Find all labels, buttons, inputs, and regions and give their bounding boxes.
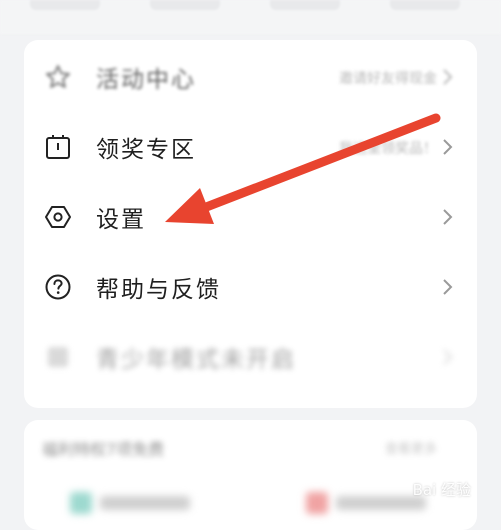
blurred-icon (306, 492, 328, 514)
menu-item-subtext: 我这里领奖品！ (339, 141, 437, 157)
top-pill (270, 0, 340, 10)
menu-item-settings[interactable]: 设置 (24, 182, 477, 252)
top-strip (0, 0, 501, 34)
help-circle-icon (45, 274, 71, 300)
chevron-right-icon (443, 209, 453, 225)
blurred-icon (70, 492, 92, 514)
top-pill (390, 0, 460, 10)
menu-item-label: 领奖专区 (96, 137, 196, 163)
top-pill (30, 0, 100, 10)
menu-item-help-feedback[interactable]: 帮助与反馈 (24, 252, 477, 322)
menu-item-label: 活动中心 (96, 67, 196, 93)
top-pill (150, 0, 220, 10)
star-icon (46, 65, 70, 88)
chevron-right-icon (443, 279, 453, 295)
menu-item-label: 青少年模式未开启 (96, 347, 296, 373)
menu-item-label: 帮助与反馈 (96, 277, 221, 303)
menu-card: 活动中心 邀请好友得现金 领奖专区 我这里领奖品！ 设置 帮助与反馈 青少年模式… (24, 40, 477, 408)
menu-item-rewards[interactable]: 领奖专区 我这里领奖品！ (24, 112, 477, 182)
watermark: Bai 经验 (412, 481, 471, 499)
hexagon-gear-icon (45, 206, 71, 228)
bottom-card: 福利特权7项免费 查看更多 (24, 420, 477, 530)
menu-item-label: 设置 (96, 207, 146, 233)
shield-icon (48, 347, 68, 367)
menu-item-activity-center[interactable]: 活动中心 邀请好友得现金 (24, 42, 477, 112)
blurred-text (100, 496, 190, 510)
menu-item-subtext: 邀请好友得现金 (339, 71, 437, 87)
calendar-icon (46, 135, 70, 159)
bottom-card-title: 福利特权7项免费 (42, 440, 165, 459)
bottom-card-link[interactable]: 查看更多 (385, 438, 437, 457)
chevron-right-icon (443, 349, 453, 365)
menu-item-youth-mode[interactable]: 青少年模式未开启 (24, 322, 477, 392)
chevron-right-icon (443, 139, 453, 155)
chevron-right-icon (443, 69, 453, 85)
